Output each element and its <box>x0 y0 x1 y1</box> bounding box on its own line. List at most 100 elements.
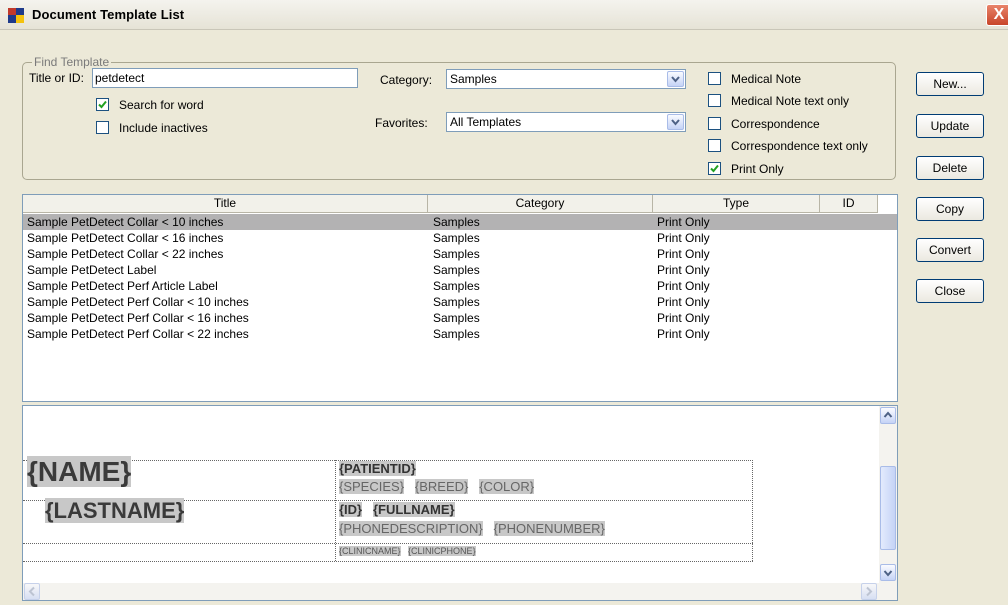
update-button[interactable]: Update <box>916 114 984 138</box>
scroll-thumb[interactable] <box>880 466 896 550</box>
clinicname-token: {CLINICNAME} <box>339 546 401 556</box>
cell-title: Sample PetDetect Perf Collar < 22 inches <box>27 327 249 341</box>
medical-note-checkbox[interactable] <box>708 72 721 85</box>
cell-title: Sample PetDetect Collar < 10 inches <box>27 215 224 229</box>
copy-button[interactable]: Copy <box>916 197 984 221</box>
favorites-dropdown-button[interactable] <box>667 114 684 130</box>
cell-title: Sample PetDetect Perf Collar < 10 inches <box>27 295 249 309</box>
cell-category: Samples <box>433 311 480 325</box>
table-row[interactable]: Sample PetDetect Label Samples Print Only <box>23 262 897 278</box>
cell-type: Print Only <box>657 263 710 277</box>
preview-clinic-line: {CLINICNAME} {CLINICPHONE} <box>339 546 476 556</box>
preview-id-line: {ID} {FULLNAME} <box>339 502 455 517</box>
phonedescription-token: {PHONEDESCRIPTION} <box>339 521 483 536</box>
table-row[interactable]: Sample PetDetect Collar < 10 inches Sampl… <box>23 214 897 230</box>
column-header-id[interactable]: ID <box>820 195 878 213</box>
preview-horizontal-scrollbar[interactable] <box>23 583 897 600</box>
favorites-value: All Templates <box>450 115 522 129</box>
cell-title: Sample PetDetect Perf Article Label <box>27 279 218 293</box>
fullname-token: {FULLNAME} <box>372 502 455 517</box>
cell-title: Sample PetDetect Perf Collar < 16 inches <box>27 311 249 325</box>
id-token: {ID} <box>339 502 363 517</box>
column-header-title[interactable]: Title <box>23 195 428 213</box>
delete-button[interactable]: Delete <box>916 156 984 180</box>
preview-patientid-field: {PATIENTID} <box>339 461 416 476</box>
check-icon <box>710 164 719 173</box>
table-row[interactable]: Sample PetDetect Collar < 22 inches Sampl… <box>23 246 897 262</box>
column-header-type[interactable]: Type <box>653 195 820 213</box>
template-list[interactable]: Title Category Type ID Sample PetDetect … <box>22 194 898 402</box>
cell-type: Print Only <box>657 327 710 341</box>
table-row[interactable]: Sample PetDetect Perf Collar < 10 inches… <box>23 294 897 310</box>
cell-category: Samples <box>433 295 480 309</box>
clinicphone-token: {CLINICPHONE} <box>408 546 476 556</box>
cell-type: Print Only <box>657 311 710 325</box>
cell-category: Samples <box>433 215 480 229</box>
title-bar: Document Template List X <box>0 0 1008 30</box>
medical-note-text-only-checkbox[interactable] <box>708 94 721 107</box>
preview-vertical-scrollbar[interactable] <box>879 406 897 584</box>
name-token: {NAME} <box>27 456 132 487</box>
breed-token: {BREED} <box>414 479 469 494</box>
preview-divider <box>23 543 753 544</box>
find-template-legend: Find Template <box>32 55 112 69</box>
cell-type: Print Only <box>657 247 710 261</box>
cell-category: Samples <box>433 279 480 293</box>
cell-type: Print Only <box>657 215 710 229</box>
cell-category: Samples <box>433 327 480 341</box>
close-button[interactable]: Close <box>916 279 984 303</box>
column-header-category[interactable]: Category <box>428 195 653 213</box>
convert-button[interactable]: Convert <box>916 238 984 262</box>
new-button[interactable]: New... <box>916 72 984 96</box>
correspondence-checkbox[interactable] <box>708 117 721 130</box>
favorites-select[interactable]: All Templates <box>446 112 686 132</box>
phonenumber-token: {PHONENUMBER} <box>493 521 605 536</box>
check-icon <box>98 100 107 109</box>
category-select[interactable]: Samples <box>446 69 686 89</box>
color-token: {COLOR} <box>479 479 535 494</box>
table-row[interactable]: Sample PetDetect Perf Collar < 16 inches… <box>23 310 897 326</box>
scroll-down-button[interactable] <box>880 564 896 581</box>
search-for-word-checkbox[interactable] <box>96 98 109 111</box>
favorites-label: Favorites: <box>375 116 428 130</box>
cell-type: Print Only <box>657 279 710 293</box>
title-or-id-label: Title or ID: <box>29 71 84 85</box>
preview-divider <box>335 460 336 561</box>
search-for-word-label: Search for word <box>119 98 204 112</box>
cell-category: Samples <box>433 231 480 245</box>
print-only-checkbox[interactable] <box>708 162 721 175</box>
include-inactives-checkbox[interactable] <box>96 121 109 134</box>
cell-title: Sample PetDetect Collar < 22 inches <box>27 247 224 261</box>
scroll-right-button[interactable] <box>861 583 877 600</box>
window-title: Document Template List <box>32 7 185 22</box>
correspondence-text-only-checkbox[interactable] <box>708 139 721 152</box>
preview-species-line: {SPECIES} {BREED} {COLOR} <box>339 479 535 494</box>
scroll-up-button[interactable] <box>880 407 896 424</box>
category-value: Samples <box>450 72 497 86</box>
scroll-left-button[interactable] <box>24 583 40 600</box>
preview-divider <box>752 460 753 561</box>
close-window-button[interactable]: X <box>986 4 1008 26</box>
print-only-label: Print Only <box>731 162 784 176</box>
cell-type: Print Only <box>657 231 710 245</box>
chevron-down-icon <box>671 119 680 126</box>
lastname-token: {LASTNAME} <box>45 498 185 523</box>
close-icon: X <box>993 6 1005 23</box>
medical-note-text-only-label: Medical Note text only <box>731 94 850 108</box>
category-dropdown-button[interactable] <box>667 71 684 87</box>
cell-category: Samples <box>433 263 480 277</box>
cell-type: Print Only <box>657 295 710 309</box>
table-row[interactable]: Sample PetDetect Perf Article Label Sampl… <box>23 278 897 294</box>
preview-name-field: {NAME} <box>27 456 132 488</box>
preview-lastname-field: {LASTNAME} <box>45 498 185 524</box>
medical-note-label: Medical Note <box>731 72 802 86</box>
table-row[interactable]: Sample PetDetect Collar < 16 inches Sampl… <box>23 230 897 246</box>
chevron-down-icon <box>883 570 893 577</box>
cell-category: Samples <box>433 247 480 261</box>
cell-title: Sample PetDetect Label <box>27 263 157 277</box>
title-or-id-input[interactable]: petdetect <box>92 68 358 88</box>
chevron-left-icon <box>28 586 35 597</box>
patientid-token: {PATIENTID} <box>339 461 416 476</box>
table-row[interactable]: Sample PetDetect Perf Collar < 22 inches… <box>23 326 897 342</box>
category-label: Category: <box>380 73 433 87</box>
